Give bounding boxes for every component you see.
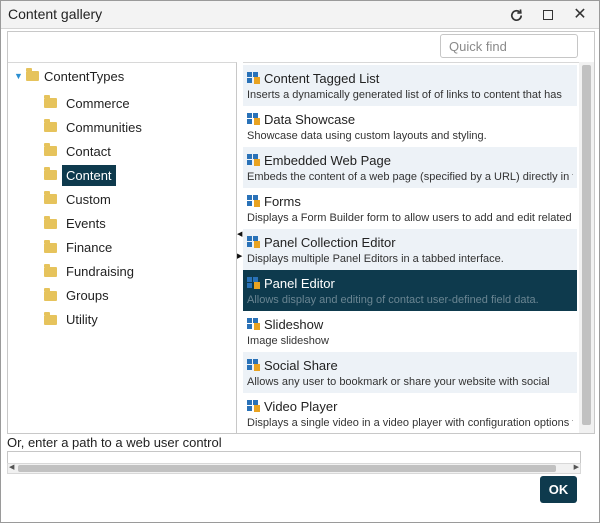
tree-item-communities[interactable]: Communities [44,115,146,139]
web-control-icon [247,236,261,248]
dialog-title: Content gallery [8,6,103,22]
close-icon: ✕ [573,6,587,23]
tree-root[interactable]: ▼ ContentTypes [14,67,124,85]
tree-item-custom[interactable]: Custom [44,187,146,211]
path-label: Or, enter a path to a web user control [7,435,222,450]
scroll-right-icon[interactable]: ▶ [574,463,579,471]
list-item-content-tagged-list[interactable]: Content Tagged List Inserts a dynamicall… [243,65,577,106]
folder-icon [44,95,57,109]
list-item-panel-editor[interactable]: Panel Editor Allows display and editing … [243,270,577,311]
scrollbar-thumb[interactable] [582,65,591,425]
tree-item-label: Events [66,216,106,232]
content-type-tree: ▼ ContentTypes Commerce Communities Cont… [8,62,237,433]
expand-toggle-icon[interactable]: ▼ [14,71,24,81]
maximize-icon [543,10,553,20]
tree-item-finance[interactable]: Finance [44,236,146,260]
item-description: Embeds the content of a web page (specif… [247,171,573,183]
folder-icon [44,143,57,157]
refresh-icon [510,8,522,21]
close-button[interactable]: ✕ [570,5,590,25]
folder-icon [44,215,57,229]
expand-right-icon[interactable]: ▶ [237,252,242,260]
folder-icon [44,191,57,205]
list-item-forms[interactable]: Forms Displays a Form Builder form to al… [243,188,577,229]
web-control-icon [247,72,261,84]
item-title: Video Player [264,398,338,414]
folder-icon [44,287,57,301]
folder-icon [44,239,57,253]
item-description: Displays multiple Panel Editors in a tab… [247,253,504,265]
web-control-icon [247,318,261,330]
item-title: Social Share [264,357,338,373]
path-horizontal-scrollbar[interactable]: ◀ ▶ [7,463,581,474]
item-description: Image slideshow [247,335,329,347]
web-control-icon [247,277,261,289]
tree-item-contact[interactable]: Contact [44,139,146,163]
item-description: Showcase data using custom layouts and s… [247,130,487,142]
tree-root-label: ContentTypes [44,68,125,84]
web-control-icon [247,195,261,207]
title-bar: Content gallery ✕ [1,1,599,29]
folder-icon [44,119,57,133]
gallery-panel: ▼ ContentTypes Commerce Communities Cont… [7,31,595,434]
item-title: Content Tagged List [264,70,380,86]
folder-icon [44,263,57,277]
list-vertical-scrollbar[interactable] [579,62,594,433]
tree-item-label: Communities [66,119,142,135]
item-title: Embedded Web Page [264,152,391,168]
list-item-video-player[interactable]: Video Player Displays a single video in … [243,393,577,433]
list-item-social-share[interactable]: Social Share Allows any user to bookmark… [243,352,577,393]
content-item-list: Content Tagged List Inserts a dynamicall… [243,62,579,433]
tree-item-label: Contact [66,143,111,159]
tree-item-label: Utility [66,312,98,328]
item-title: Panel Collection Editor [264,234,396,250]
item-title: Data Showcase [264,111,356,127]
item-title: Slideshow [264,316,324,332]
item-description: Displays a Form Builder form to allow us… [247,212,572,224]
tree-item-fundraising[interactable]: Fundraising [44,260,146,284]
quick-find-input[interactable] [440,34,578,58]
content-gallery-dialog: Content gallery ✕ ▼ ContentTypes [0,0,600,523]
tree-item-label: Content [62,164,116,186]
tree-item-content[interactable]: Content [44,163,146,187]
folder-icon [44,167,57,181]
item-description: Inserts a dynamically generated list of … [247,89,562,101]
list-item-panel-collection-editor[interactable]: Panel Collection Editor Displays multipl… [243,229,577,270]
scrollbar-thumb[interactable] [18,465,556,472]
scroll-left-icon[interactable]: ◀ [9,463,14,471]
tree-item-groups[interactable]: Groups [44,284,146,308]
web-control-icon [247,359,261,371]
list-item-data-showcase[interactable]: Data Showcase Showcase data using custom… [243,106,577,147]
web-control-icon [247,113,261,125]
item-description: Allows any user to bookmark or share you… [247,376,550,388]
tree-item-utility[interactable]: Utility [44,308,146,332]
web-control-icon [247,400,261,412]
collapse-left-icon[interactable]: ◀ [237,230,242,238]
item-description: Allows display and editing of contact us… [247,294,539,306]
item-description: Displays a single video in a video playe… [247,417,573,429]
list-item-embedded-web-page[interactable]: Embedded Web Page Embeds the content of … [243,147,577,188]
ok-button[interactable]: OK [540,476,577,503]
tree-item-label: Commerce [66,95,130,111]
tree-item-label: Custom [66,191,111,207]
list-item-slideshow[interactable]: Slideshow Image slideshow [243,311,577,352]
maximize-button[interactable] [538,5,558,25]
tree-item-events[interactable]: Events [44,211,146,235]
tree-item-label: Groups [66,288,109,304]
refresh-button[interactable] [506,5,526,25]
folder-icon [26,68,39,81]
item-title: Forms [264,193,301,209]
tree-item-label: Fundraising [66,264,134,280]
tree-item-label: Finance [66,240,113,256]
item-title: Panel Editor [264,275,335,291]
folder-icon [44,311,57,325]
web-control-icon [247,154,261,166]
tree-item-commerce[interactable]: Commerce [44,91,146,115]
tree-children: Commerce Communities Contact Content Cus… [44,91,146,332]
